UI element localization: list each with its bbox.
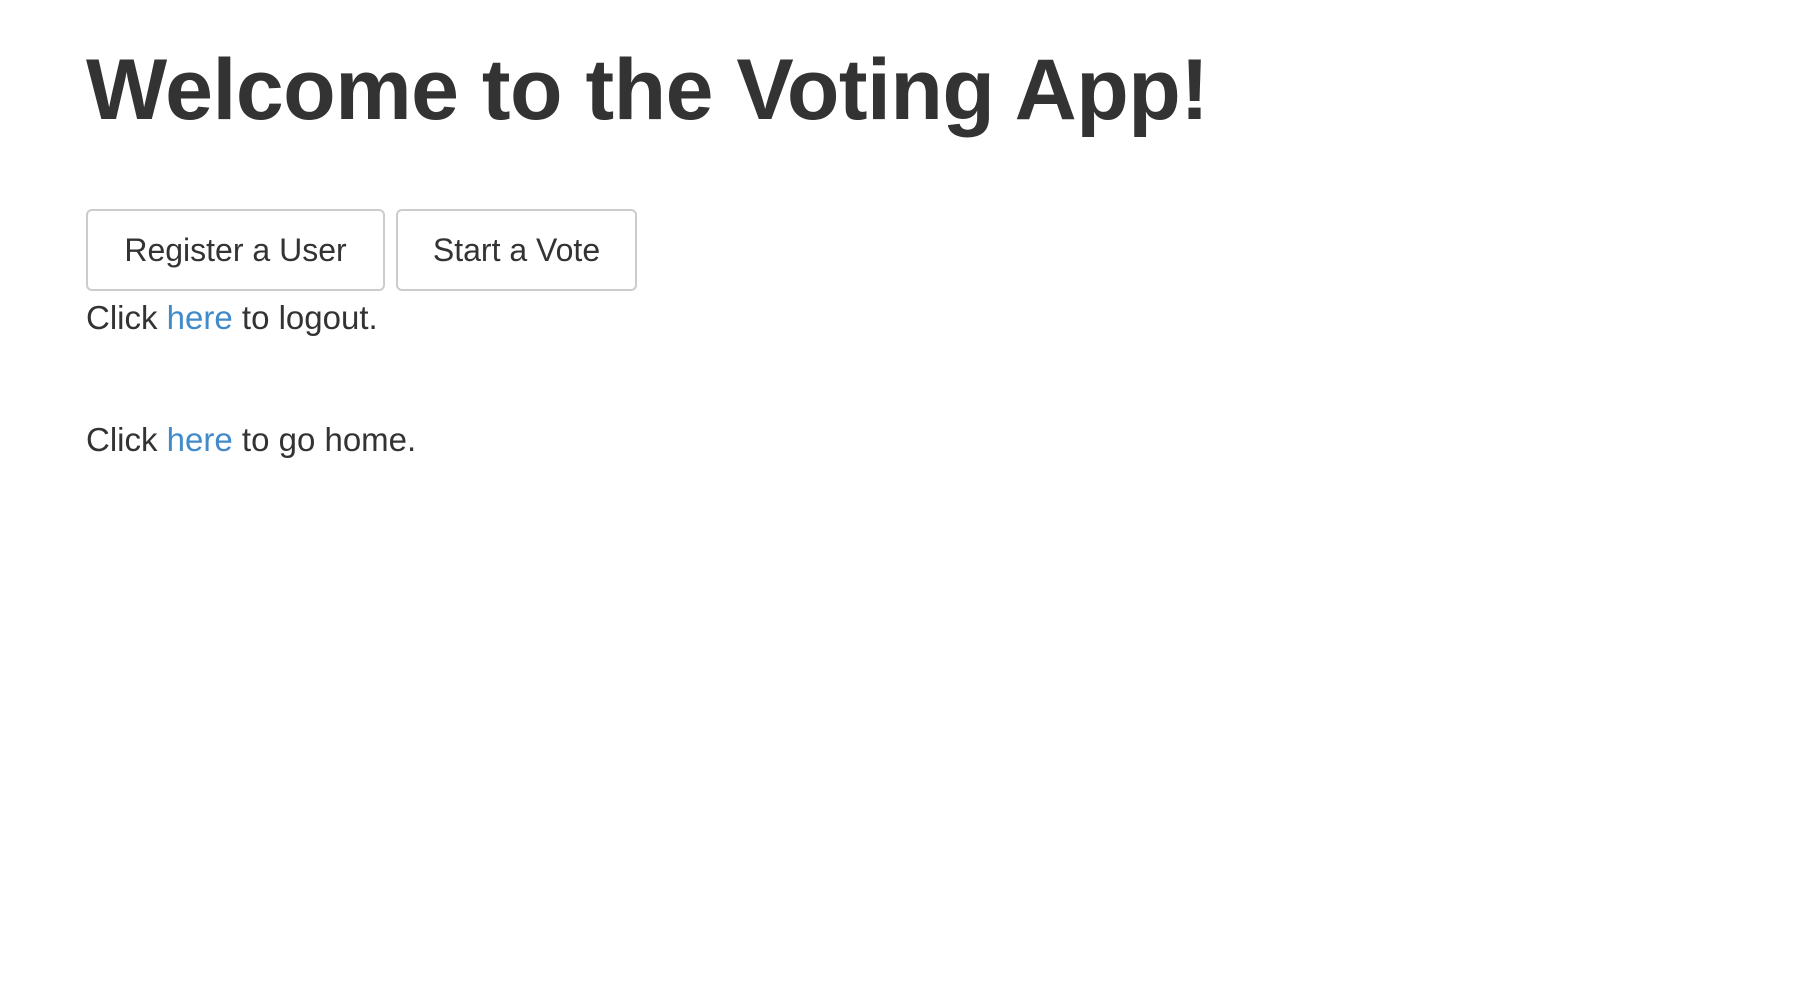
action-buttons: Register a User Start a Vote	[86, 209, 637, 291]
logout-suffix: to logout.	[232, 299, 378, 336]
start-vote-button[interactable]: Start a Vote	[396, 209, 637, 291]
page-title: Welcome to the Voting App!	[86, 42, 1209, 138]
home-link[interactable]: here	[167, 421, 233, 458]
home-suffix: to go home.	[232, 421, 417, 458]
logout-link[interactable]: here	[167, 299, 233, 336]
logout-prefix: Click	[86, 299, 167, 336]
home-line: Click here to go home.	[86, 420, 416, 460]
home-prefix: Click	[86, 421, 167, 458]
register-user-button[interactable]: Register a User	[86, 209, 385, 291]
logout-line: Click here to logout.	[86, 298, 378, 338]
